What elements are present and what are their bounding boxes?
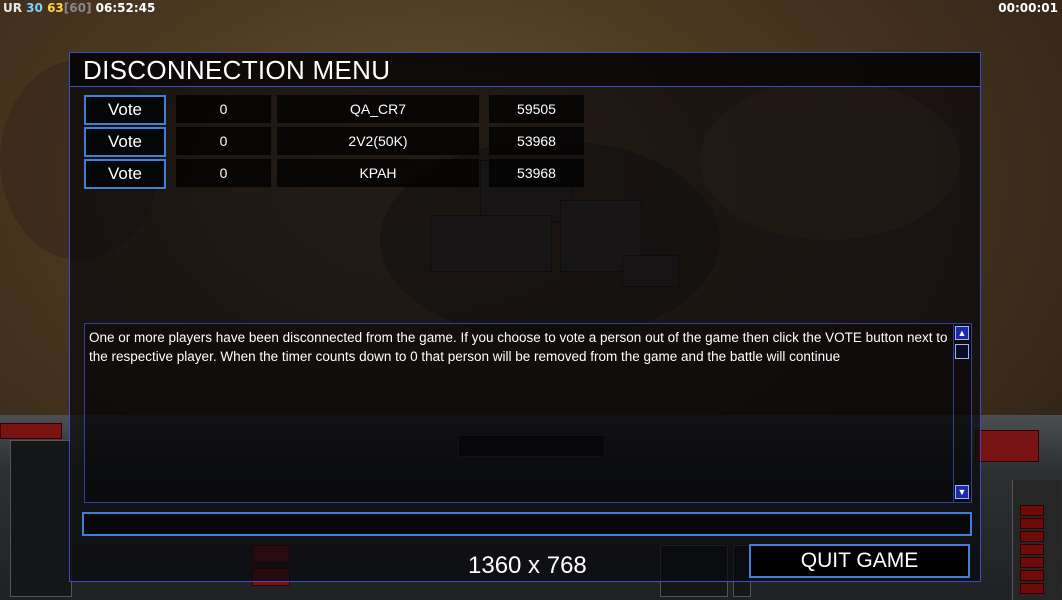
hud-red-strip [975, 430, 1039, 462]
message-scrollbar[interactable]: ▲ ▼ [953, 324, 971, 502]
stat-value: [60] [63, 1, 92, 15]
power-led [1020, 531, 1044, 542]
player-id: 53968 [489, 127, 584, 155]
scroll-down-arrow-icon[interactable]: ▼ [955, 485, 969, 499]
message-box[interactable]: One or more players have been disconnect… [84, 323, 972, 503]
scroll-up-arrow-icon[interactable]: ▲ [955, 326, 969, 340]
player-name: 2V2(50K) [277, 127, 479, 155]
stat-value: 30 [26, 1, 43, 15]
disconnect-message: One or more players have been disconnect… [89, 330, 948, 364]
disconnect-timer: 00:00:01 [998, 1, 1058, 15]
vote-count: 0 [176, 95, 271, 123]
power-led [1020, 557, 1044, 568]
title-bar: DISCONNECTION MENU [70, 53, 980, 87]
chat-input[interactable] [82, 512, 972, 536]
power-led [1020, 583, 1044, 594]
radar-panel [10, 440, 72, 597]
vote-button[interactable]: Vote [84, 127, 166, 157]
hud-red-strip [0, 423, 62, 439]
player-id: 59505 [489, 95, 584, 123]
fps-stats-overlay: UR 30 63[60] 06:52:45 [3, 0, 155, 16]
game-clock: 06:52:45 [95, 1, 156, 15]
dialog-title: DISCONNECTION MENU [83, 55, 391, 85]
stat-label: UR [3, 1, 22, 15]
player-row: Vote 0 QA_CR7 59505 [84, 95, 684, 125]
vote-button[interactable]: Vote [84, 159, 166, 189]
resolution-label: 1360 x 768 [468, 552, 587, 579]
power-led [1020, 505, 1044, 516]
stat-value: 63 [47, 1, 64, 15]
power-led [1020, 544, 1044, 555]
power-led [1020, 518, 1044, 529]
vote-count: 0 [176, 127, 271, 155]
vote-button[interactable]: Vote [84, 95, 166, 125]
player-id: 53968 [489, 159, 584, 187]
player-row: Vote 0 KPAH 53968 [84, 159, 684, 189]
player-name: KPAH [277, 159, 479, 187]
quit-game-button[interactable]: QUIT GAME [749, 544, 970, 578]
vote-count: 0 [176, 159, 271, 187]
power-led [1020, 570, 1044, 581]
player-row: Vote 0 2V2(50K) 53968 [84, 127, 684, 157]
disconnection-menu: DISCONNECTION MENU Vote 0 QA_CR7 59505 V… [69, 52, 981, 582]
player-name: QA_CR7 [277, 95, 479, 123]
scroll-thumb[interactable] [955, 344, 969, 359]
